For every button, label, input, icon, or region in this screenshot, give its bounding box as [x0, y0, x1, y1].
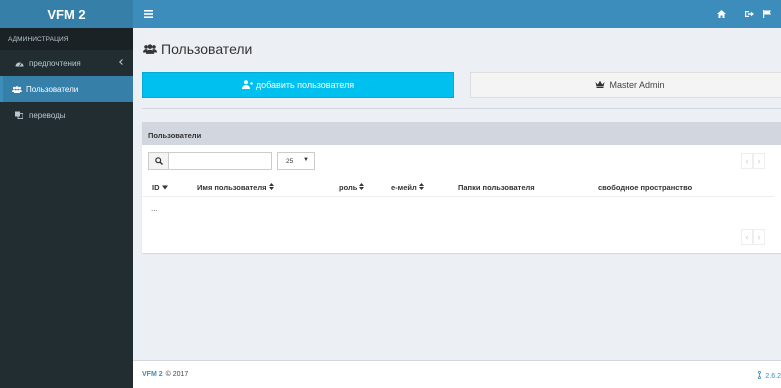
column-user-folders: Папки пользователя	[458, 183, 535, 192]
footer-copyright: © 2017	[165, 371, 189, 378]
per-page-value: 25	[286, 157, 294, 165]
column-label: е-мейл	[391, 183, 417, 192]
per-page-select[interactable]: 25 ▼	[277, 152, 315, 170]
page-title: Пользователи	[142, 41, 253, 57]
pagination-bottom: ‹ ›	[741, 229, 765, 245]
sort-icon	[418, 183, 424, 192]
column-label: Папки пользователя	[458, 183, 535, 192]
logout-icon[interactable]	[735, 0, 763, 28]
app-title: VFM 2	[47, 6, 86, 22]
language-flag-icon[interactable]	[763, 0, 781, 28]
sidebar-item-users[interactable]: Пользователи	[0, 76, 133, 102]
menu-toggle-icon[interactable]	[141, 7, 155, 21]
next-page-button[interactable]: ›	[753, 153, 765, 169]
crown-icon	[595, 80, 605, 90]
pagination-top: ‹ ›	[741, 153, 765, 169]
search-group	[148, 152, 272, 170]
dashboard-icon	[15, 60, 29, 67]
version-badge: 2.6.2	[758, 370, 781, 381]
next-page-button[interactable]: ›	[753, 229, 765, 245]
footer-brand-link[interactable]: VFM 2	[142, 371, 163, 378]
table-header: ID Имя пользователя роль е-мейл Папки по…	[142, 179, 774, 197]
sort-icon	[268, 183, 274, 192]
page-title-text: Пользователи	[161, 41, 253, 57]
sidebar: АДМИНИСТРАЦИЯ предпочтения Пользователи …	[0, 28, 133, 388]
branch-icon	[758, 370, 763, 381]
column-label: ID	[152, 183, 160, 192]
prev-page-button[interactable]: ‹	[741, 153, 753, 169]
divider	[142, 108, 781, 109]
app-logo[interactable]: VFM 2	[0, 0, 133, 28]
search-button[interactable]	[148, 152, 169, 170]
column-role[interactable]: роль	[339, 183, 365, 192]
add-user-button[interactable]: добавить пользователя	[142, 72, 454, 98]
version-text: 2.6.2	[765, 372, 781, 380]
column-label: роль	[339, 183, 358, 192]
column-id[interactable]: ID	[152, 183, 168, 192]
table-empty-row: ...	[151, 204, 158, 213]
sidebar-header: АДМИНИСТРАЦИЯ	[0, 28, 133, 50]
search-icon	[154, 157, 163, 165]
column-label: Имя пользователя	[197, 183, 267, 192]
caret-down-icon: ▼	[303, 157, 309, 163]
sort-icon	[359, 183, 365, 192]
users-icon	[142, 41, 158, 57]
column-email[interactable]: е-мейл	[391, 183, 424, 192]
user-plus-icon	[241, 79, 253, 91]
column-free-space: свободное пространство	[598, 183, 692, 192]
column-username[interactable]: Имя пользователя	[197, 183, 274, 192]
master-admin-label: Master Admin	[609, 80, 665, 90]
main-content: Пользователи добавить пользователя Maste…	[133, 28, 781, 360]
chevron-left-icon	[118, 58, 123, 67]
prev-page-button[interactable]: ‹	[741, 229, 753, 245]
column-label: свободное пространство	[598, 183, 693, 192]
users-box: Пользователи 25 ▼ ‹ › ID Имя пользовател…	[142, 122, 781, 253]
top-navbar	[133, 0, 781, 28]
sidebar-item-label: Пользователи	[26, 84, 79, 94]
sidebar-item-label: переводы	[29, 110, 66, 120]
sidebar-item-preferences[interactable]: предпочтения	[0, 50, 133, 76]
language-icon	[15, 111, 29, 119]
home-icon[interactable]	[707, 0, 735, 28]
users-icon	[12, 85, 26, 93]
search-input[interactable]	[169, 152, 272, 170]
footer: VFM 2 © 2017 2.6.2	[133, 360, 781, 388]
master-admin-button[interactable]: Master Admin	[470, 72, 781, 98]
add-user-label: добавить пользователя	[255, 80, 355, 90]
sidebar-item-translations[interactable]: переводы	[0, 102, 133, 128]
sort-desc-icon	[161, 183, 168, 192]
sidebar-item-label: предпочтения	[29, 58, 81, 68]
box-title: Пользователи	[142, 125, 781, 145]
